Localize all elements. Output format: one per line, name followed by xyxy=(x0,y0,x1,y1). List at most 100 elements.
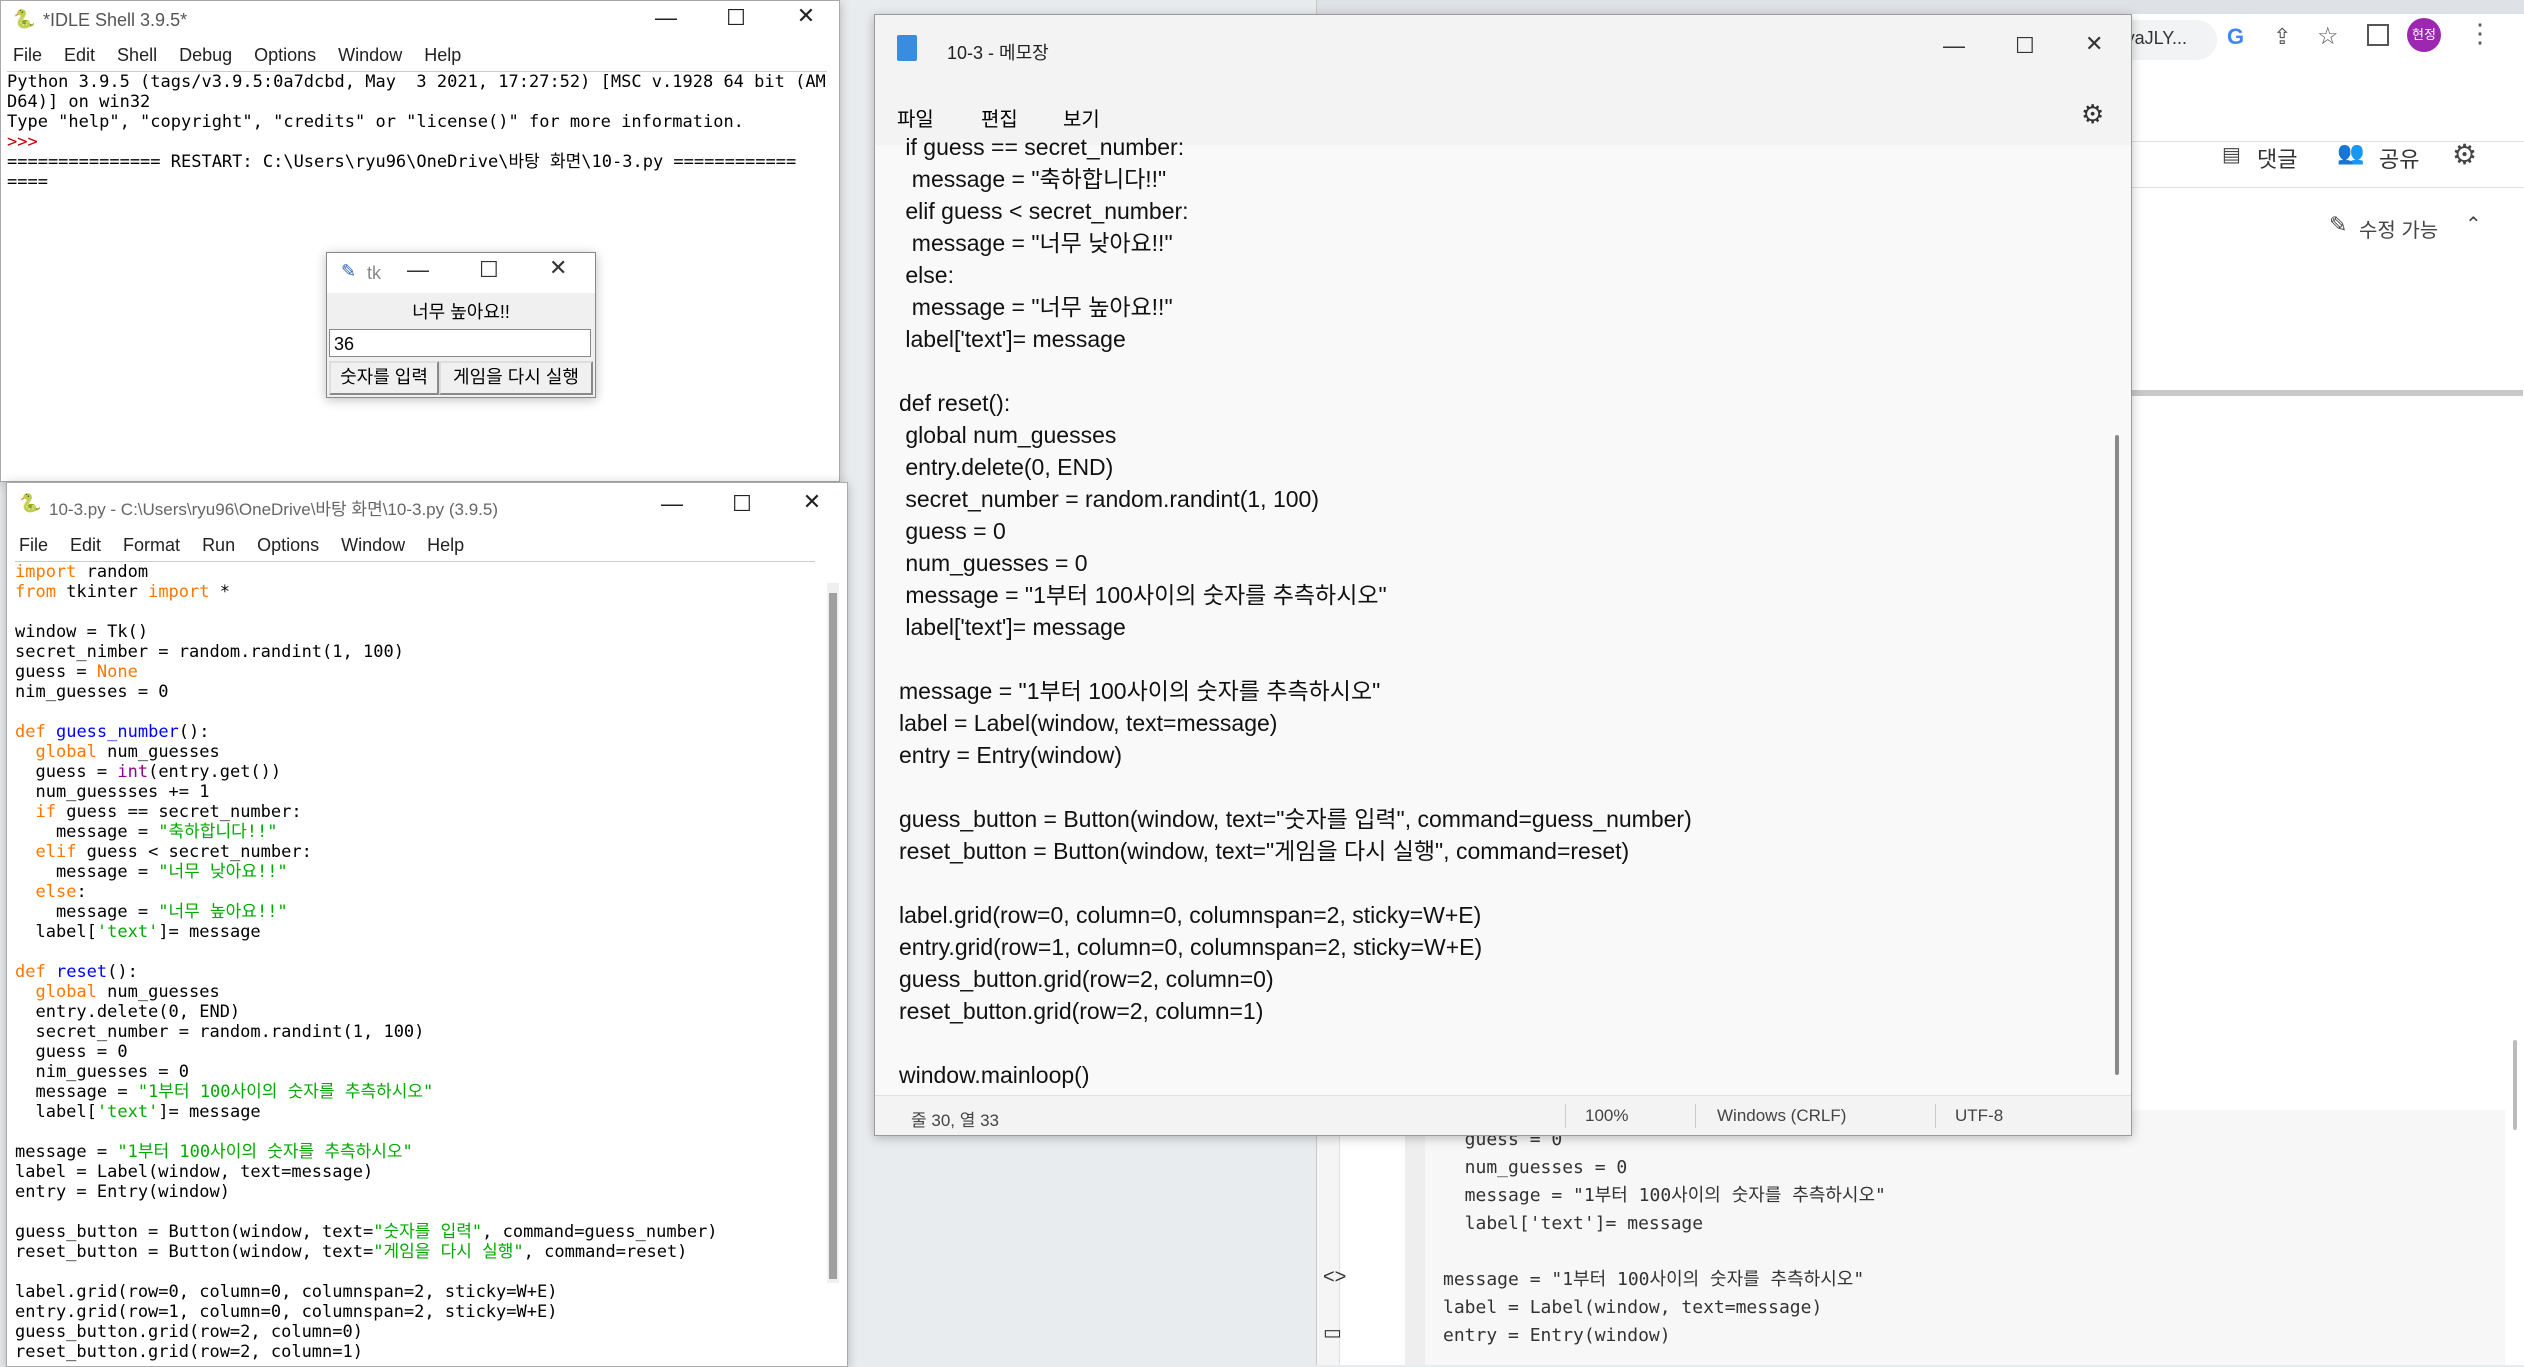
menu-run[interactable]: Run xyxy=(202,535,235,556)
notepad-line: label.grid(row=0, column=0, columnspan=2… xyxy=(899,902,1482,928)
code-line: def reset(): xyxy=(15,962,138,982)
menu-file[interactable]: File xyxy=(19,535,48,556)
share-page-icon[interactable]: ⇪ xyxy=(2273,24,2291,50)
idle-editor-code[interactable]: import random from tkinter import * wind… xyxy=(15,561,815,1362)
code-line: guess = 0 xyxy=(15,1042,128,1062)
notepad-window: 10-3 - 메모장 — ☐ ✕ 파일 편집 보기 ⚙ if guess == … xyxy=(874,14,2132,1136)
idle-editor-titlebar: 🐍 10-3.py - C:\Users\ryu96\OneDrive\바탕 화… xyxy=(7,483,847,527)
maximize-icon[interactable]: ☐ xyxy=(707,491,777,517)
settings-gear-icon[interactable]: ⚙ xyxy=(2081,99,2104,130)
chrome-menu-icon[interactable]: ⋮ xyxy=(2467,18,2493,49)
code-line: if guess == secret_number: xyxy=(35,802,302,822)
menu-format[interactable]: Format xyxy=(123,535,180,556)
notepad-line: message = "너무 낮아요!!" xyxy=(899,230,1173,256)
tk-entry[interactable]: 36 xyxy=(329,329,591,357)
close-icon[interactable]: ✕ xyxy=(2085,31,2103,57)
code-line: reset_button.grid(row=2, column=1) xyxy=(15,1342,363,1362)
collapse-chevron-icon[interactable]: ⌃ xyxy=(2465,212,2482,237)
colab-scrollbar[interactable] xyxy=(2513,1040,2517,1130)
notepad-line: elif guess < secret_number: xyxy=(899,198,1189,224)
tk-label: 너무 높아요!! xyxy=(412,302,510,322)
maximize-icon[interactable]: ☐ xyxy=(479,257,499,283)
code-line: guess = int(entry.get()) xyxy=(15,762,282,782)
tk-window: ✎ tk — ☐ ✕ 너무 높아요!! 36 숫자를 입력 게임을 다시 실행 xyxy=(326,252,596,398)
code-line: nim_guesses = 0 xyxy=(15,682,169,702)
menu-edit[interactable]: 편집 xyxy=(981,103,1018,132)
status-divider xyxy=(1565,1104,1566,1128)
status-divider xyxy=(1695,1104,1696,1128)
share-button[interactable]: 공유 xyxy=(2379,142,2419,174)
menu-view[interactable]: 보기 xyxy=(1063,103,1100,132)
terminal-icon[interactable]: ▭ xyxy=(1323,1320,1342,1345)
notepad-line: entry.delete(0, END) xyxy=(899,454,1114,480)
notepad-line: message = "너무 높아요!!" xyxy=(899,294,1173,320)
close-icon[interactable]: ✕ xyxy=(549,255,567,281)
notepad-text-area[interactable]: if guess == secret_number: message = "축하… xyxy=(899,131,2079,1097)
code-line: entry.delete(0, END) xyxy=(15,1002,241,1022)
shell-line: Type "help", "copyright", "credits" or "… xyxy=(7,112,744,132)
menu-window[interactable]: Window xyxy=(338,45,402,66)
edit-mode-label[interactable]: 수정 가능 xyxy=(2359,214,2438,243)
idle-editor-window: 🐍 10-3.py - C:\Users\ryu96\OneDrive\바탕 화… xyxy=(6,482,848,1367)
menu-window[interactable]: Window xyxy=(341,535,405,556)
code-line: secret_nimber = random.randint(1, 100) xyxy=(15,642,404,662)
maximize-icon[interactable]: ☐ xyxy=(2015,33,2035,59)
code-line: message = "1부터 100사이의 숫자를 추측하시오" xyxy=(15,1142,413,1162)
people-icon[interactable]: 👥 xyxy=(2337,140,2364,166)
notepad-line: entry = Entry(window) xyxy=(899,742,1123,768)
notepad-line: label['text']= message xyxy=(899,614,1126,640)
close-icon[interactable]: ✕ xyxy=(771,3,839,29)
minimize-icon[interactable]: — xyxy=(631,5,701,31)
minimize-icon[interactable]: — xyxy=(1943,33,1965,59)
menu-edit[interactable]: Edit xyxy=(64,45,95,66)
comment-button[interactable]: 댓글 xyxy=(2257,142,2297,174)
code-line: def guess_number(): xyxy=(15,722,210,742)
menu-help[interactable]: Help xyxy=(424,45,461,66)
menu-edit[interactable]: Edit xyxy=(70,535,101,556)
code-line: label = Label(window, text=message) xyxy=(15,1162,374,1182)
menu-file[interactable]: 파일 xyxy=(897,103,934,132)
menu-options[interactable]: Options xyxy=(254,45,316,66)
code-line: nim_guesses = 0 xyxy=(15,1062,189,1082)
maximize-icon[interactable]: ☐ xyxy=(701,5,771,31)
code-cell[interactable]: guess = 0 num_guesses = 0 message = "1부터… xyxy=(1405,1110,2505,1365)
code-line: from tkinter import * xyxy=(15,582,230,602)
notepad-line: global num_guesses xyxy=(899,422,1117,448)
idle-shell-titlebar: 🐍 *IDLE Shell 3.9.5* — ☐ ✕ xyxy=(1,1,839,39)
colab-code-text[interactable]: guess = 0 num_guesses = 0 message = "1부터… xyxy=(1443,1126,1886,1350)
reset-button[interactable]: 게임을 다시 실행 xyxy=(439,361,593,395)
code-snippet-icon[interactable]: <> xyxy=(1323,1266,1346,1289)
settings-gear-icon[interactable]: ⚙ xyxy=(2452,138,2477,171)
notepad-line: secret_number = random.randint(1, 100) xyxy=(899,486,1319,512)
code-line: message = "너무 낮아요!!" xyxy=(15,862,288,882)
profile-avatar[interactable]: 현정 xyxy=(2407,18,2441,52)
notepad-line: reset_button = Button(window, text="게임을 … xyxy=(899,838,1630,864)
notepad-line: message = "축하합니다!!" xyxy=(899,166,1167,192)
code-line: window = Tk() xyxy=(15,622,149,642)
shell-line: D64)] on win32 xyxy=(7,92,151,112)
close-icon[interactable]: ✕ xyxy=(777,489,847,515)
menu-options[interactable]: Options xyxy=(257,535,319,556)
scrollbar-thumb[interactable] xyxy=(829,593,837,1279)
guess-button[interactable]: 숫자를 입력 xyxy=(329,361,439,395)
code-line: num_guessses += 1 xyxy=(15,782,210,802)
code-line: guess = None xyxy=(15,662,138,682)
google-icon[interactable]: G xyxy=(2227,24,2244,50)
comment-icon[interactable]: ▤ xyxy=(2222,142,2241,167)
notepad-scrollbar[interactable] xyxy=(2115,435,2119,1075)
minimize-icon[interactable]: — xyxy=(637,491,707,517)
menu-shell[interactable]: Shell xyxy=(117,45,157,66)
menu-debug[interactable]: Debug xyxy=(179,45,232,66)
notepad-line: num_guesses = 0 xyxy=(899,550,1088,576)
minimize-icon[interactable]: — xyxy=(407,257,429,283)
notepad-line: guess_button.grid(row=2, column=0) xyxy=(899,966,1274,992)
side-panel-icon[interactable] xyxy=(2367,24,2389,46)
bookmark-star-icon[interactable]: ☆ xyxy=(2317,22,2339,51)
notepad-line: message = "1부터 100사이의 숫자를 추측하시오" xyxy=(899,582,1387,608)
menu-help[interactable]: Help xyxy=(427,535,464,556)
code-line: label.grid(row=0, column=0, columnspan=2… xyxy=(15,1282,558,1302)
idle-editor-scrollbar[interactable] xyxy=(827,583,839,1283)
menu-file[interactable]: File xyxy=(13,45,42,66)
colab-code-line: entry = Entry(window) xyxy=(1443,1325,1671,1346)
